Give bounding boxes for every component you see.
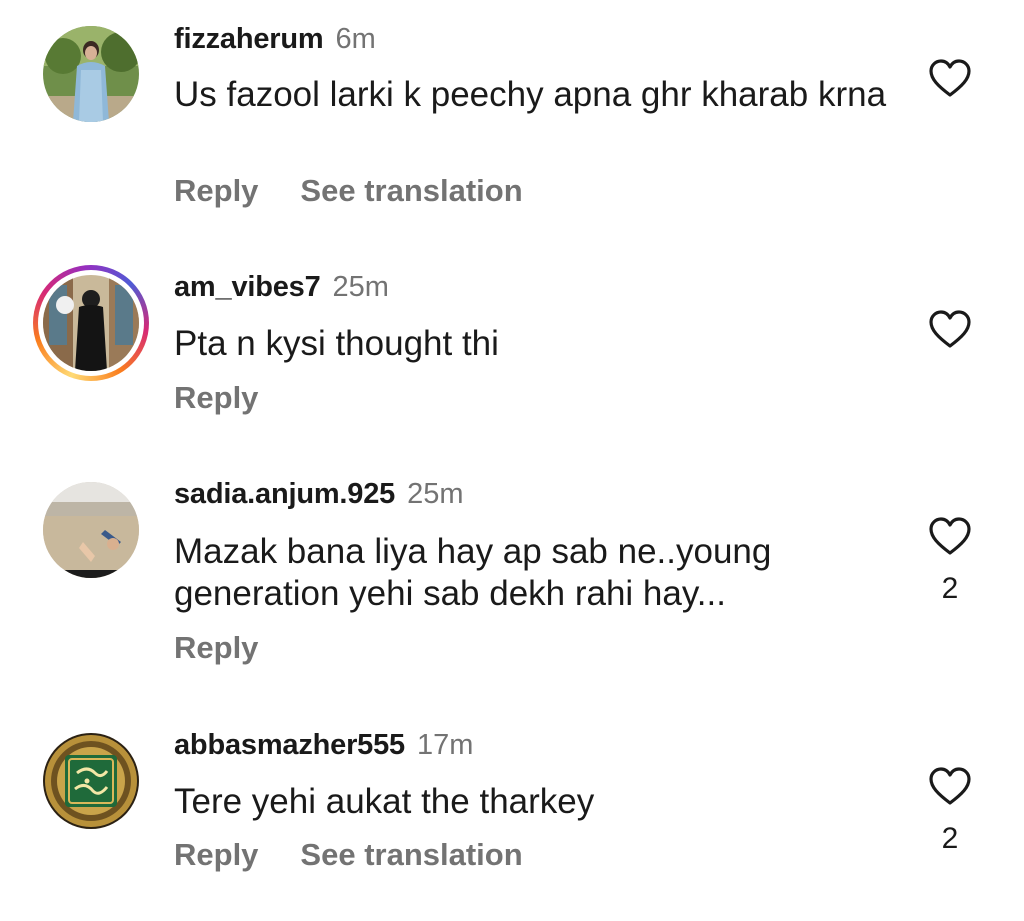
comment-meta: fizzaherum 6m <box>174 22 376 56</box>
avatar[interactable] <box>43 482 139 578</box>
comment-text: Tere yehi aukat the tharkey <box>174 782 595 821</box>
comment-actions: Reply See translation <box>174 837 523 873</box>
like-count: 2 <box>941 822 959 855</box>
comment-actions: Reply See translation <box>174 173 523 209</box>
heart-outline-icon[interactable] <box>928 58 972 98</box>
reply-button[interactable]: Reply <box>174 173 258 209</box>
avatar[interactable] <box>43 26 139 122</box>
username[interactable]: sadia.anjum.925 <box>174 478 395 510</box>
avatar-image <box>43 26 139 122</box>
username[interactable]: abbasmazher555 <box>174 729 405 761</box>
username[interactable]: am_vibes7 <box>174 271 321 303</box>
comment-actions: Reply <box>174 630 258 666</box>
comment-actions: Reply <box>174 380 258 416</box>
reply-button[interactable]: Reply <box>174 630 258 666</box>
username[interactable]: fizzaherum <box>174 23 324 55</box>
avatar-image <box>43 482 139 578</box>
comment-meta: abbasmazher555 17m <box>174 728 473 762</box>
heart-outline-icon[interactable] <box>928 766 972 806</box>
heart-outline-icon[interactable] <box>928 309 972 349</box>
avatar[interactable] <box>33 265 149 381</box>
see-translation-button[interactable]: See translation <box>300 837 522 873</box>
heart-outline-icon[interactable] <box>928 516 972 556</box>
see-translation-button[interactable]: See translation <box>300 173 522 209</box>
comment-text: Mazak bana liya hay ap sab ne..young gen… <box>174 532 772 613</box>
timestamp: 25m <box>332 271 389 303</box>
comment-text: Pta n kysi thought thi <box>174 324 499 363</box>
timestamp: 17m <box>416 729 474 761</box>
comment-text: Us fazool larki k peechy apna ghr kharab… <box>174 75 887 114</box>
avatar[interactable] <box>43 733 139 829</box>
reply-button[interactable]: Reply <box>174 837 258 873</box>
comment-meta: sadia.anjum.925 25m <box>174 477 463 511</box>
story-ring <box>38 270 144 376</box>
avatar-image <box>43 275 139 371</box>
timestamp: 25m <box>407 478 464 510</box>
like-count: 2 <box>941 572 959 605</box>
avatar-image <box>43 733 139 829</box>
comment-meta: am_vibes7 25m <box>174 270 389 304</box>
reply-button[interactable]: Reply <box>174 380 258 416</box>
timestamp: 6m <box>335 23 376 55</box>
